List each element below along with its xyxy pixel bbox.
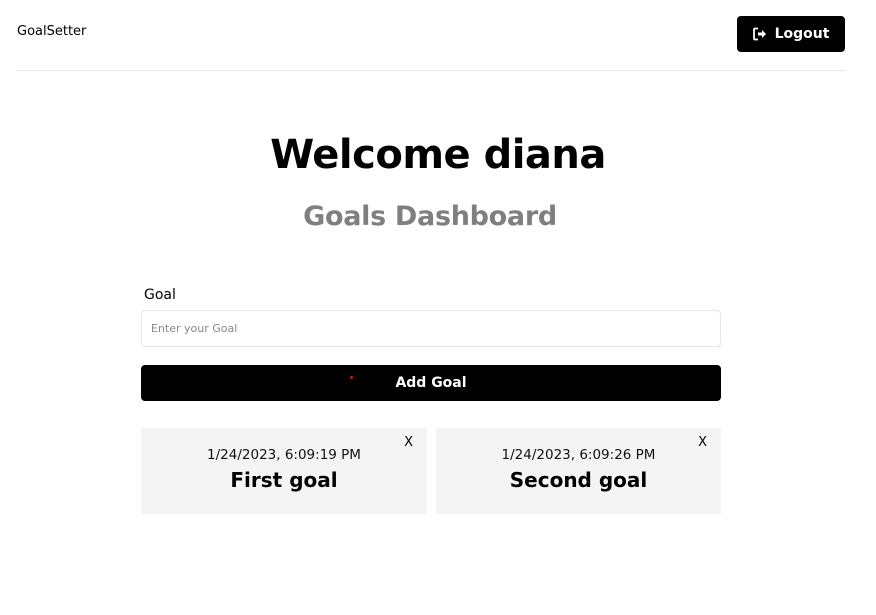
- goal-text: First goal: [230, 468, 338, 492]
- goal-label: Goal: [144, 287, 176, 303]
- dashboard-subtitle: Goals Dashboard: [303, 201, 557, 232]
- goal-date: 1/24/2023, 6:09:26 PM: [501, 447, 656, 463]
- add-goal-label: Add Goal: [395, 375, 467, 391]
- goal-card: X 1/24/2023, 6:09:26 PM Second goal: [436, 428, 721, 514]
- goal-card: X 1/24/2023, 6:09:19 PM First goal: [141, 428, 427, 514]
- goal-date: 1/24/2023, 6:09:19 PM: [207, 447, 361, 463]
- add-goal-button[interactable]: Add Goal: [141, 365, 721, 401]
- delete-goal-button[interactable]: X: [404, 435, 413, 451]
- goal-input[interactable]: [141, 310, 721, 347]
- top-navbar: GoalSetter Logout: [17, 0, 846, 71]
- goal-text: Second goal: [509, 468, 648, 492]
- logout-button[interactable]: Logout: [737, 16, 845, 52]
- goals-list: X 1/24/2023, 6:09:19 PM First goal X 1/2…: [141, 428, 721, 514]
- welcome-heading: Welcome diana: [270, 132, 606, 178]
- red-dot-marker: [350, 376, 353, 379]
- logout-label: Logout: [774, 26, 830, 42]
- page: GoalSetter Logout Welcome diana Goals Da…: [0, 0, 876, 615]
- delete-goal-button[interactable]: X: [698, 435, 707, 451]
- goal-form: Goal Add Goal: [141, 286, 721, 401]
- sign-out-icon: [752, 27, 767, 41]
- brand-logo-link[interactable]: GoalSetter: [17, 24, 86, 39]
